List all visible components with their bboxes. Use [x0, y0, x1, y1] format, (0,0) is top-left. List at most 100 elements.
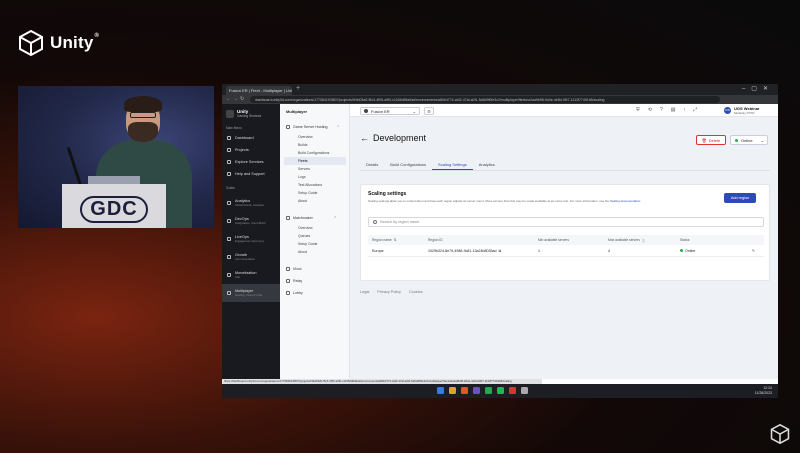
- back-arrow-icon[interactable]: ←: [360, 133, 369, 143]
- sidebar-item-devops[interactable]: DevOps Integrations, Cloud Build: [222, 212, 280, 230]
- subnav-item-mm-about[interactable]: About: [284, 248, 346, 256]
- chevron-down-icon: ⌄: [412, 108, 416, 114]
- subnav-item-queues[interactable]: Queues: [284, 232, 346, 240]
- project-selector[interactable]: Fusion ER ⌄: [360, 107, 420, 115]
- tab-details[interactable]: Details: [360, 160, 384, 170]
- subnav-item-lobby[interactable]: Lobby: [286, 291, 303, 295]
- sidebar-item-monetization[interactable]: Monetization Ads: [222, 266, 280, 284]
- subnav-item-test-allocations[interactable]: Test Allocations: [284, 181, 346, 189]
- history-icon[interactable]: ⟲: [648, 107, 652, 113]
- col-region-id: Region ID: [428, 238, 443, 242]
- taskbar-clock[interactable]: 12:24 11/28/2023: [755, 386, 772, 396]
- back-icon[interactable]: ←: [226, 96, 231, 102]
- windows-taskbar: 12:24 11/28/2023: [222, 384, 778, 398]
- edit-icon[interactable]: ✎: [752, 245, 755, 256]
- spotify-icon[interactable]: [497, 387, 504, 394]
- subnav-group-game-server-hosting[interactable]: Game Server Hosting ⌃: [286, 125, 340, 129]
- unity-cube-icon: [770, 424, 790, 444]
- add-region-button[interactable]: Add region: [724, 193, 756, 203]
- tab-analytics[interactable]: Analytics: [473, 160, 501, 170]
- footer-link-privacy[interactable]: Privacy Policy: [377, 290, 401, 294]
- sidebar-item-help[interactable]: Help and Support: [222, 168, 280, 180]
- sidebar-item-liveops[interactable]: LiveOps Engagement, Economy: [222, 230, 280, 248]
- subnav-item-build-configurations[interactable]: Build Configurations: [284, 149, 346, 157]
- cell-min: 1: [538, 248, 540, 253]
- chevron-up-icon: ⌃: [336, 125, 340, 129]
- region-search-input[interactable]: Search by region name: [368, 217, 764, 227]
- ugs-logo-icon: [226, 109, 234, 118]
- trash-icon: 🗑: [701, 137, 707, 143]
- subnav-item-servers[interactable]: Servers: [284, 165, 346, 173]
- tabs-divider: [360, 170, 770, 171]
- shield-icon[interactable]: ⛨: [636, 107, 640, 113]
- subnav-item-relay[interactable]: Relay: [286, 279, 302, 283]
- url-field[interactable]: dashboard.unity3d.com/organizations/1770…: [250, 96, 720, 103]
- file-explorer-icon[interactable]: [449, 387, 456, 394]
- delete-button[interactable]: 🗑 Delete: [696, 135, 726, 145]
- copy-icon[interactable]: ⧉: [499, 249, 502, 253]
- gdc-logo: GDC: [80, 195, 148, 223]
- taskbar-icons: [437, 387, 528, 394]
- expand-icon[interactable]: ⤢: [693, 107, 697, 113]
- brave-icon[interactable]: [461, 387, 468, 394]
- col-region-name[interactable]: Region name ⇅: [372, 235, 396, 245]
- subnav-title: Multiplayer: [286, 109, 308, 114]
- footer-link-legal[interactable]: Legal: [360, 290, 369, 294]
- unity-gaming-services-brand[interactable]: Unity Gaming Services: [226, 109, 261, 118]
- environment-settings-button[interactable]: ⚙: [424, 107, 434, 115]
- subnav-item-logs[interactable]: Logs: [284, 173, 346, 181]
- subnav-item-fleets[interactable]: Fleets: [284, 157, 346, 165]
- monetization-icon: [227, 273, 231, 277]
- window-controls[interactable]: –▢✕: [742, 85, 774, 92]
- tab-build-configurations[interactable]: Build Configurations: [384, 160, 432, 170]
- sidebar-item-projects[interactable]: Projects: [222, 144, 280, 156]
- subnav-item-vivox[interactable]: Vivox: [286, 267, 302, 271]
- sidebar-item-multiplayer[interactable]: Multiplayer Hosting, Voice & Chat: [222, 284, 280, 302]
- forward-icon[interactable]: →: [233, 96, 238, 102]
- online-status-dot: [680, 249, 683, 252]
- cell-status: Online: [680, 245, 695, 256]
- tab-bar: Fusion ER | Fleet - Multiplayer | Uni + …: [222, 84, 778, 95]
- start-icon[interactable]: [437, 387, 444, 394]
- table-row[interactable]: Europe 1029b324-8e79-4988-9c81-13a24b803…: [368, 245, 764, 257]
- podium: GDC: [62, 184, 166, 228]
- top-bar: Fusion ER ⌄ ⚙ ⛨ ⟲ ? ▤ ⁝ ⤢ UW UGS Webinar M…: [350, 104, 778, 117]
- sidebar-item-explore-services[interactable]: Explore Services: [222, 156, 280, 168]
- subnav-item-overview[interactable]: Overview: [284, 133, 346, 141]
- relay-icon: [286, 279, 290, 283]
- help-icon[interactable]: ?: [660, 107, 663, 113]
- new-tab-icon[interactable]: +: [296, 85, 300, 92]
- scaling-docs-link[interactable]: Scaling documentation: [610, 199, 640, 203]
- page-title: ← Development: [360, 133, 427, 143]
- sidebar-item-dashboard[interactable]: Dashboard: [222, 132, 280, 144]
- apps-icon[interactable]: ⁝: [683, 107, 685, 113]
- subnav-item-setup-guide[interactable]: Setup Guide: [284, 189, 346, 197]
- browser-window: Fusion ER | Fleet - Multiplayer | Uni + …: [222, 84, 778, 389]
- footer-link-cookies[interactable]: Cookies: [409, 290, 423, 294]
- browser-tab[interactable]: Fusion ER | Fleet - Multiplayer | Uni: [226, 86, 292, 95]
- col-min-servers: Min available servers: [538, 238, 569, 242]
- sidebar-item-growth[interactable]: Growth User Acquisition: [222, 248, 280, 266]
- project-icon: [364, 109, 368, 113]
- sidebar-item-analytics[interactable]: Analytics Infrastructure, Analytics: [222, 194, 280, 212]
- chevron-up-icon: ⌃: [333, 216, 337, 220]
- vs-icon[interactable]: [473, 387, 480, 394]
- subnav-item-mm-setup-guide[interactable]: Setup Guide: [284, 240, 346, 248]
- multiplayer-subnav: Multiplayer Game Server Hosting ⌃ Overvie…: [280, 104, 350, 379]
- app-icon[interactable]: [509, 387, 516, 394]
- subnav-item-about[interactable]: About: [284, 197, 346, 205]
- terminal-icon[interactable]: [485, 387, 492, 394]
- subnav-item-builds[interactable]: Builds: [284, 141, 346, 149]
- card-description: Scaling settings allow you to control wh…: [368, 199, 642, 203]
- fleet-tabs: Details Build Configurations Scaling Set…: [360, 160, 501, 170]
- growth-icon: [227, 255, 231, 259]
- chrome-icon[interactable]: [521, 387, 528, 394]
- status-dropdown[interactable]: Online ⌄: [730, 135, 768, 145]
- subnav-item-mm-overview[interactable]: Overview: [284, 224, 346, 232]
- tab-scaling-settings[interactable]: Scaling Settings: [432, 160, 473, 170]
- docs-icon[interactable]: ▤: [671, 107, 676, 113]
- subnav-group-matchmaker[interactable]: Matchmaker ⌃: [286, 216, 337, 220]
- scaling-settings-card: Scaling settings Scaling settings allow …: [360, 184, 770, 281]
- user-menu[interactable]: UW UGS Webinar Multiplay POST: [724, 106, 760, 115]
- reload-icon[interactable]: ↻: [240, 96, 244, 102]
